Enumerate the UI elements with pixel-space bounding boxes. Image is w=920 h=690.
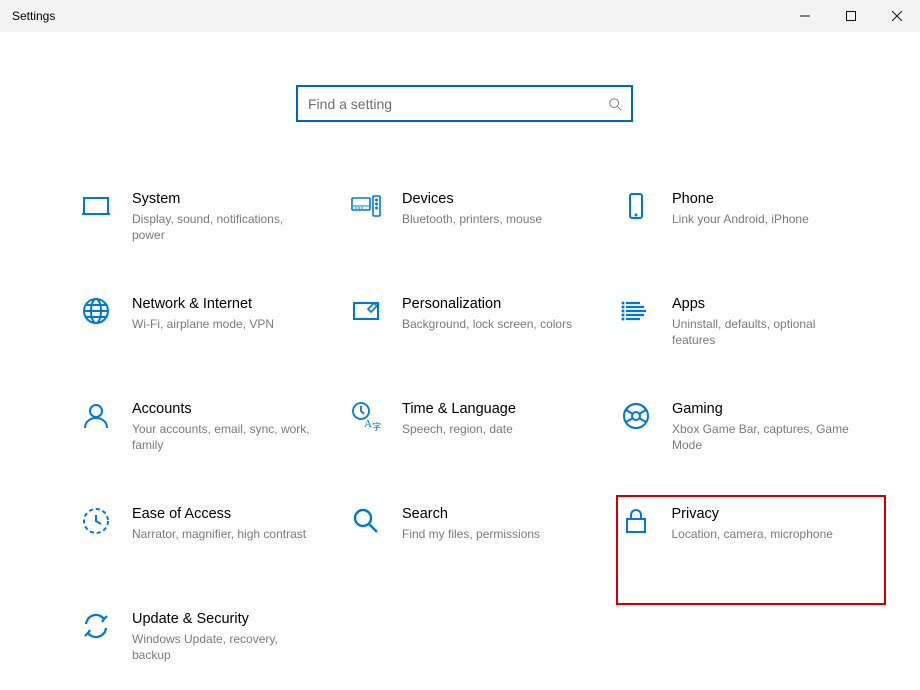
category-title: Privacy	[672, 503, 833, 525]
update-security-icon	[78, 608, 114, 644]
category-desc: Narrator, magnifier, high contrast	[132, 526, 306, 542]
category-text: SearchFind my files, permissions	[402, 503, 540, 542]
category-search[interactable]: SearchFind my files, permissions	[348, 497, 613, 602]
system-icon	[78, 188, 114, 224]
category-desc: Xbox Game Bar, captures, Game Mode	[672, 421, 857, 453]
category-personalization[interactable]: PersonalizationBackground, lock screen, …	[348, 287, 613, 392]
category-text: PrivacyLocation, camera, microphone	[672, 503, 833, 542]
minimize-icon	[800, 11, 810, 21]
category-text: Update & SecurityWindows Update, recover…	[132, 608, 317, 663]
phone-icon	[618, 188, 654, 224]
window-controls	[782, 0, 920, 32]
category-text: AccountsYour accounts, email, sync, work…	[132, 398, 317, 453]
close-button[interactable]	[874, 0, 920, 32]
category-text: GamingXbox Game Bar, captures, Game Mode	[672, 398, 857, 453]
network-internet-icon	[78, 293, 114, 329]
category-title: Accounts	[132, 398, 317, 420]
category-desc: Speech, region, date	[402, 421, 516, 437]
category-text: Ease of AccessNarrator, magnifier, high …	[132, 503, 306, 542]
category-privacy[interactable]: PrivacyLocation, camera, microphone	[616, 495, 886, 605]
category-desc: Wi-Fi, airplane mode, VPN	[132, 316, 274, 332]
category-title: Ease of Access	[132, 503, 306, 525]
category-accounts[interactable]: AccountsYour accounts, email, sync, work…	[78, 392, 343, 497]
category-desc: Location, camera, microphone	[672, 526, 833, 542]
category-time-language[interactable]: A字 Time & LanguageSpeech, region, date	[348, 392, 613, 497]
category-desc: Background, lock screen, colors	[402, 316, 572, 332]
svg-text:字: 字	[372, 421, 381, 432]
content-area: SystemDisplay, sound, notifications, pow…	[0, 32, 920, 690]
category-text: PersonalizationBackground, lock screen, …	[402, 293, 572, 332]
ease-of-access-icon	[78, 503, 114, 539]
devices-icon	[348, 188, 384, 224]
category-apps[interactable]: AppsUninstall, defaults, optional featur…	[618, 287, 883, 392]
category-phone[interactable]: PhoneLink your Android, iPhone	[618, 182, 883, 287]
personalization-icon	[348, 293, 384, 329]
search-box[interactable]	[296, 85, 633, 122]
category-update-security[interactable]: Update & SecurityWindows Update, recover…	[78, 602, 343, 690]
svg-text:A: A	[364, 418, 372, 430]
maximize-icon	[846, 11, 856, 21]
category-desc: Uninstall, defaults, optional features	[672, 316, 857, 348]
settings-grid: SystemDisplay, sound, notifications, pow…	[78, 182, 873, 690]
category-ease-of-access[interactable]: Ease of AccessNarrator, magnifier, high …	[78, 497, 343, 602]
category-text: PhoneLink your Android, iPhone	[672, 188, 809, 227]
search-icon	[599, 97, 631, 111]
accounts-icon	[78, 398, 114, 434]
privacy-icon	[618, 503, 654, 539]
category-title: System	[132, 188, 317, 210]
apps-icon	[618, 293, 654, 329]
category-desc: Link your Android, iPhone	[672, 211, 809, 227]
category-gaming[interactable]: GamingXbox Game Bar, captures, Game Mode	[618, 392, 883, 497]
category-system[interactable]: SystemDisplay, sound, notifications, pow…	[78, 182, 343, 287]
category-title: Apps	[672, 293, 857, 315]
category-text: AppsUninstall, defaults, optional featur…	[672, 293, 857, 348]
category-desc: Find my files, permissions	[402, 526, 540, 542]
category-desc: Your accounts, email, sync, work, family	[132, 421, 317, 453]
title-bar: Settings	[0, 0, 920, 32]
category-title: Devices	[402, 188, 542, 210]
category-devices[interactable]: DevicesBluetooth, printers, mouse	[348, 182, 613, 287]
minimize-button[interactable]	[782, 0, 828, 32]
category-desc: Display, sound, notifications, power	[132, 211, 317, 243]
category-text: Time & LanguageSpeech, region, date	[402, 398, 516, 437]
category-title: Time & Language	[402, 398, 516, 420]
category-text: SystemDisplay, sound, notifications, pow…	[132, 188, 317, 243]
category-title: Update & Security	[132, 608, 317, 630]
category-title: Phone	[672, 188, 809, 210]
search-input[interactable]	[298, 87, 599, 120]
close-icon	[892, 11, 902, 21]
search-icon	[348, 503, 384, 539]
category-title: Search	[402, 503, 540, 525]
category-title: Personalization	[402, 293, 572, 315]
category-desc: Windows Update, recovery, backup	[132, 631, 317, 663]
maximize-button[interactable]	[828, 0, 874, 32]
category-text: Network & InternetWi-Fi, airplane mode, …	[132, 293, 274, 332]
time-language-icon: A字	[348, 398, 384, 434]
category-title: Gaming	[672, 398, 857, 420]
category-title: Network & Internet	[132, 293, 274, 315]
window-title: Settings	[12, 9, 55, 23]
category-desc: Bluetooth, printers, mouse	[402, 211, 542, 227]
category-text: DevicesBluetooth, printers, mouse	[402, 188, 542, 227]
category-network-internet[interactable]: Network & InternetWi-Fi, airplane mode, …	[78, 287, 343, 392]
gaming-icon	[618, 398, 654, 434]
